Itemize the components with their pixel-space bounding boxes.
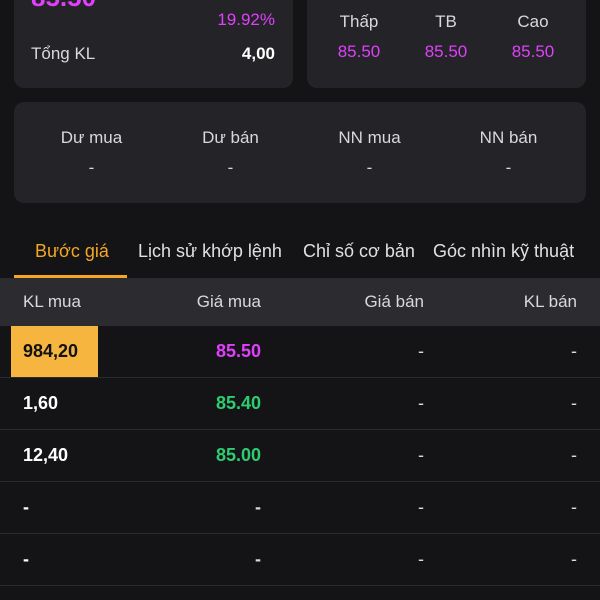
- order-surplus-card: Dư mua - Dư bán - NN mua - NN bán -: [14, 102, 586, 203]
- sell-price-cell: -: [418, 445, 424, 465]
- stat-low: Thấp 85.50: [314, 12, 404, 62]
- buy-volume-cell: 12,40: [23, 445, 69, 465]
- header-buy-volume: KL mua: [23, 292, 81, 311]
- sell-price-cell: -: [418, 341, 424, 361]
- tab-match-history[interactable]: Lịch sử khớp lệnh: [138, 240, 282, 262]
- buy-volume-cell: -: [23, 549, 29, 569]
- foreign-sell-label: NN bán: [479, 128, 538, 147]
- last-price: 85.50: [31, 0, 96, 12]
- stat-low-value: 85.50: [337, 42, 381, 61]
- surplus-buy-label: Dư mua: [60, 128, 123, 147]
- stat-high: Cao 85.50: [488, 12, 578, 62]
- surplus-buy-value: -: [88, 158, 95, 177]
- sell-price-cell: -: [418, 393, 424, 413]
- stat-avg: TB 85.50: [401, 12, 491, 62]
- buy-volume-cell: 1,60: [23, 393, 59, 413]
- tab-technical-view[interactable]: Góc nhìn kỹ thuật: [433, 240, 574, 262]
- surplus-sell-label: Dư bán: [202, 128, 259, 147]
- foreign-buy-value: -: [366, 158, 373, 177]
- header-sell-price: Giá bán: [364, 292, 424, 311]
- buy-volume-cell: 984,20: [23, 341, 79, 361]
- table-row[interactable]: 12,40 85.00 - -: [0, 430, 600, 482]
- buy-price-cell: 85.00: [215, 445, 261, 465]
- header-buy-price: Giá mua: [196, 292, 261, 311]
- order-book-header: KL mua Giá mua Giá bán KL bán: [0, 278, 600, 326]
- buy-price-cell: -: [255, 549, 261, 569]
- sell-price-cell: -: [418, 549, 424, 569]
- table-row[interactable]: - - - -: [0, 534, 600, 586]
- table-row[interactable]: 984,20 85.50 - -: [0, 326, 600, 378]
- buy-volume-cell: -: [23, 497, 29, 517]
- buy-price-cell: 85.50: [215, 341, 261, 361]
- stat-avg-label: TB: [435, 12, 457, 31]
- surplus-sell: Dư bán -: [159, 128, 302, 178]
- table-row[interactable]: - - - -: [0, 482, 600, 534]
- surplus-sell-value: -: [227, 158, 234, 177]
- price-range-card: Thấp 85.50 TB 85.50 Cao 85.50: [307, 0, 586, 88]
- buy-price-cell: -: [255, 497, 261, 517]
- stat-high-value: 85.50: [511, 42, 555, 61]
- sell-volume-cell: -: [571, 445, 577, 465]
- table-row[interactable]: 1,60 85.40 - -: [0, 378, 600, 430]
- change-percent: 19.92%: [217, 10, 275, 29]
- stat-low-label: Thấp: [339, 12, 379, 31]
- tab-fundamentals[interactable]: Chỉ số cơ bản: [303, 240, 415, 262]
- foreign-sell-value: -: [505, 158, 512, 177]
- header-sell-volume: KL bán: [523, 292, 577, 311]
- sell-volume-cell: -: [571, 549, 577, 569]
- sell-price-cell: -: [418, 497, 424, 517]
- sell-volume-cell: -: [571, 341, 577, 361]
- sell-volume-cell: -: [571, 393, 577, 413]
- total-volume-label: Tổng KL: [31, 44, 96, 63]
- stat-high-label: Cao: [517, 12, 549, 31]
- foreign-buy-label: NN mua: [338, 128, 401, 147]
- stat-avg-value: 85.50: [424, 42, 468, 61]
- foreign-sell: NN bán -: [437, 128, 580, 178]
- buy-price-cell: 85.40: [215, 393, 261, 413]
- detail-tabs: Bước giá Lịch sử khớp lệnh Chỉ số cơ bản…: [0, 228, 600, 278]
- tab-price-steps[interactable]: Bước giá: [35, 240, 109, 262]
- total-volume-value: 4,00: [241, 44, 275, 63]
- sell-volume-cell: -: [571, 497, 577, 517]
- surplus-buy: Dư mua -: [20, 128, 163, 178]
- price-summary-card: 85.50 19.92% Tổng KL 4,00: [14, 0, 293, 88]
- foreign-buy: NN mua -: [298, 128, 441, 178]
